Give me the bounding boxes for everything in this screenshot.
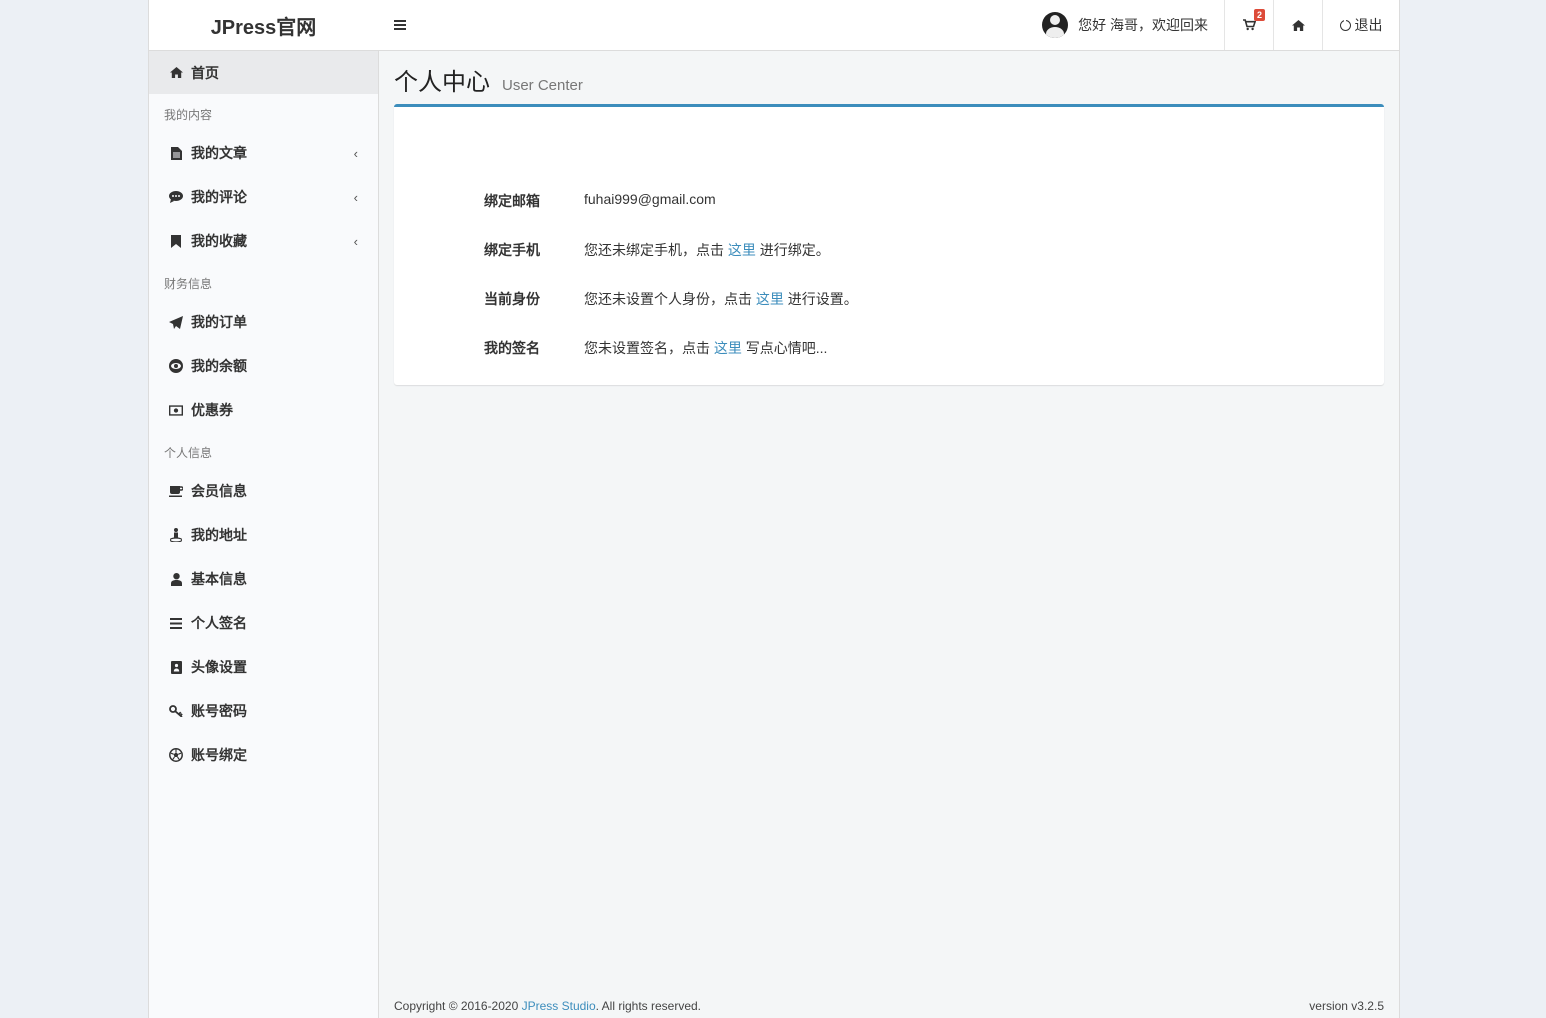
app-wrapper: JPress官网 您好 海哥，欢迎回来 2 退出 首页 我的内容 我的文章 ‹ … <box>148 0 1400 1018</box>
sidebar-item-label: 基本信息 <box>191 571 247 587</box>
sidebar-item-label: 账号密码 <box>191 703 247 719</box>
soccer-ball-icon <box>169 748 183 762</box>
identity-label: 当前身份 <box>484 291 540 307</box>
comment-icon <box>169 190 183 204</box>
sidebar-item-member-info[interactable]: 会员信息 <box>149 469 378 513</box>
sidebar-section-header: 我的内容 <box>164 108 213 122</box>
chevron-left-icon: ‹ <box>353 145 358 161</box>
version-label: version v3.2.5 <box>1309 999 1384 1013</box>
signature-label: 我的签名 <box>484 340 540 356</box>
sidebar-item-account-binding[interactable]: 账号绑定 <box>149 733 378 777</box>
sidebar: 首页 我的内容 我的文章 ‹ 我的评论 ‹ 我的收藏 ‹ 财务信息 我的订单 我… <box>149 51 379 1018</box>
sidebar-item-my-articles[interactable]: 我的文章 ‹ <box>149 131 378 175</box>
hamburger-icon <box>394 20 406 30</box>
site-logo[interactable]: JPress官网 <box>149 0 378 50</box>
email-value: fuhai999@gmail.com <box>584 191 716 207</box>
set-identity-link[interactable]: 这里 <box>756 291 784 307</box>
page-title: 个人中心 <box>394 69 490 96</box>
identity-value: 您还未设置个人身份，点击 这里 进行设置。 <box>584 291 858 307</box>
home-icon <box>1291 19 1305 31</box>
sidebar-item-my-address[interactable]: 我的地址 <box>149 513 378 557</box>
power-icon <box>1339 17 1351 31</box>
user-greeting: 您好 海哥，欢迎回来 <box>1078 17 1208 33</box>
user-info-box: 绑定邮箱 fuhai999@gmail.com 绑定手机 您还未绑定手机，点击 … <box>394 104 1384 385</box>
footer: Copyright © 2016-2020 JPress Studio. All… <box>394 999 1384 1013</box>
sidebar-item-label: 我的地址 <box>191 527 247 543</box>
sidebar-item-basic-info[interactable]: 基本信息 <box>149 557 378 601</box>
key-icon <box>169 704 183 718</box>
set-signature-link[interactable]: 这里 <box>714 340 742 356</box>
sidebar-item-label: 优惠券 <box>191 402 233 418</box>
sidebar-item-label: 头像设置 <box>191 659 247 675</box>
sidebar-item-label: 我的文章 <box>191 145 247 161</box>
sidebar-item-label: 会员信息 <box>191 483 247 499</box>
sidebar-section-header: 个人信息 <box>164 446 213 460</box>
jpress-studio-link[interactable]: JPress Studio <box>522 999 596 1013</box>
info-row-identity: 当前身份 您还未设置个人身份，点击 这里 进行设置。 <box>484 289 858 309</box>
bind-phone-link[interactable]: 这里 <box>728 242 756 258</box>
info-row-phone: 绑定手机 您还未绑定手机，点击 这里 进行绑定。 <box>484 240 830 260</box>
sidebar-item-label: 我的订单 <box>191 314 247 330</box>
sidebar-item-avatar-settings[interactable]: 头像设置 <box>149 645 378 689</box>
sidebar-item-home[interactable]: 首页 <box>149 51 378 94</box>
sidebar-item-label: 我的收藏 <box>191 233 247 249</box>
sidebar-item-label: 账号绑定 <box>191 747 247 763</box>
sidebar-item-label: 个人签名 <box>191 615 247 631</box>
money-icon <box>169 403 183 417</box>
bars-icon <box>169 616 183 630</box>
paper-plane-icon <box>169 315 183 329</box>
coffee-icon <box>169 484 183 498</box>
chevron-left-icon: ‹ <box>353 233 358 249</box>
user-menu[interactable]: 您好 海哥，欢迎回来 <box>1027 0 1224 50</box>
eye-icon <box>169 359 183 373</box>
id-card-icon <box>169 660 183 674</box>
sidebar-item-account-password[interactable]: 账号密码 <box>149 689 378 733</box>
sidebar-item-my-comments[interactable]: 我的评论 ‹ <box>149 175 378 219</box>
file-text-icon <box>169 146 183 160</box>
shopping-cart-icon <box>1242 19 1256 31</box>
sidebar-item-label: 我的评论 <box>191 189 247 205</box>
logout-button[interactable]: 退出 <box>1322 0 1399 50</box>
user-icon <box>169 572 183 586</box>
sidebar-item-coupons[interactable]: 优惠券 <box>149 388 378 432</box>
cart-count-badge: 2 <box>1253 9 1265 21</box>
sidebar-toggle-button[interactable] <box>378 0 422 50</box>
email-label: 绑定邮箱 <box>484 193 540 209</box>
chevron-left-icon: ‹ <box>353 189 358 205</box>
copyright: Copyright © 2016-2020 JPress Studio. All… <box>394 999 702 1013</box>
content-header: 个人中心 User Center <box>394 62 583 97</box>
phone-value: 您还未绑定手机，点击 这里 进行绑定。 <box>584 242 830 258</box>
top-navbar: JPress官网 您好 海哥，欢迎回来 2 退出 <box>149 0 1399 51</box>
street-view-icon <box>169 528 183 542</box>
sidebar-item-label: 首页 <box>191 64 219 81</box>
cart-button[interactable]: 2 <box>1224 0 1273 50</box>
navbar-right: 您好 海哥，欢迎回来 2 退出 <box>1027 0 1399 50</box>
sidebar-item-my-balance[interactable]: 我的余额 <box>149 344 378 388</box>
sidebar-item-my-orders[interactable]: 我的订单 <box>149 300 378 344</box>
sidebar-section-header: 财务信息 <box>164 277 213 291</box>
signature-value: 您未设置签名，点击 这里 写点心情吧... <box>584 340 828 356</box>
logout-label: 退出 <box>1354 17 1383 33</box>
info-row-signature: 我的签名 您未设置签名，点击 这里 写点心情吧... <box>484 338 827 358</box>
phone-label: 绑定手机 <box>484 242 540 258</box>
avatar <box>1042 12 1069 38</box>
bookmark-icon <box>169 234 183 248</box>
sidebar-item-my-favorites[interactable]: 我的收藏 ‹ <box>149 219 378 263</box>
home-icon <box>169 66 183 80</box>
sidebar-item-label: 我的余额 <box>191 358 247 374</box>
sidebar-item-signature[interactable]: 个人签名 <box>149 601 378 645</box>
page-subtitle: User Center <box>502 77 583 94</box>
home-button[interactable] <box>1273 0 1322 50</box>
info-row-email: 绑定邮箱 fuhai999@gmail.com <box>484 191 716 211</box>
